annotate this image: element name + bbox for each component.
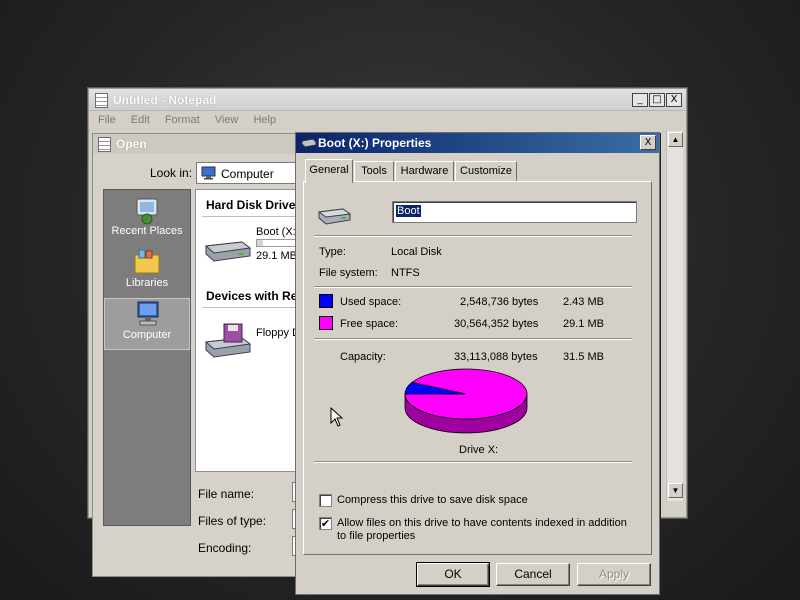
encoding-label: Encoding: (198, 541, 252, 555)
minimize-button[interactable]: _ (632, 93, 648, 107)
drive-name-value: Boot (396, 205, 421, 217)
drive-floppy[interactable]: Floppy D (202, 318, 304, 362)
open-dialog-icon (98, 137, 111, 152)
compress-label: Compress this drive to save disk space (337, 494, 528, 506)
libraries-icon (134, 249, 160, 274)
separator (314, 286, 632, 288)
type-label: Type: (319, 246, 346, 258)
file-system-label: File system: (319, 267, 378, 279)
look-in-label: Look in: (150, 166, 193, 180)
computer-icon (201, 166, 216, 180)
menu-view[interactable]: View (215, 114, 239, 126)
notepad-menubar: File Edit Format View Help (98, 114, 288, 126)
group-removable: Devices with Re (206, 289, 298, 303)
open-title: Open (116, 137, 147, 151)
notepad-icon (95, 93, 108, 108)
group-divider (202, 307, 304, 308)
files-of-type-label: Files of type: (198, 514, 267, 528)
type-value: Local Disk (391, 246, 442, 258)
drive-boot-name: Boot (X: (256, 226, 296, 238)
scroll-up-icon[interactable]: ▲ (668, 132, 683, 147)
drive-icon (301, 138, 317, 148)
tab-hardware[interactable]: Hardware (395, 161, 454, 181)
index-label-line2: to file properties (337, 530, 416, 542)
notepad-scrollbar[interactable]: ▲ ▼ (666, 131, 683, 501)
separator (314, 235, 632, 237)
place-computer[interactable]: Computer (104, 298, 190, 350)
general-tab-panel: Boot Type: Local Disk File system: NTFS … (303, 181, 652, 555)
file-list: Hard Disk Drive Boot (X: 29.1 MB Devices… (195, 189, 304, 472)
drive-icon (317, 208, 352, 225)
notepad-title: Untitled - Notepad (113, 93, 217, 107)
maximize-button[interactable]: □ (649, 93, 665, 107)
places-bar: Recent Places Libraries Computer (103, 189, 191, 526)
place-label: Computer (122, 329, 172, 341)
place-label: Recent Places (111, 225, 183, 237)
apply-button[interactable]: Apply (577, 563, 651, 586)
index-checkbox[interactable]: ✔ (319, 517, 332, 530)
free-space-size: 29.1 MB (563, 318, 604, 330)
menu-help[interactable]: Help (253, 114, 276, 126)
capacity-bytes: 33,113,088 bytes (454, 351, 538, 363)
floppy-drive-icon (204, 323, 252, 358)
drive-boot-free: 29.1 MB (256, 250, 297, 262)
drive-label: Drive X: (459, 444, 499, 456)
separator (314, 338, 632, 340)
look-in-combo[interactable]: Computer (196, 162, 303, 184)
compress-checkbox[interactable] (319, 494, 332, 507)
open-dialog: Open Look in: Computer Recent Places Lib (92, 133, 304, 577)
computer-icon (137, 301, 159, 326)
menu-format[interactable]: Format (165, 114, 200, 126)
tab-tools[interactable]: Tools (354, 161, 394, 181)
group-divider (202, 216, 304, 217)
drive-floppy-name: Floppy D (256, 327, 301, 339)
file-system-value: NTFS (391, 267, 420, 279)
close-button[interactable]: X (640, 135, 656, 150)
drive-name-input[interactable]: Boot (392, 201, 637, 223)
ok-button[interactable]: OK (416, 562, 490, 587)
disk-usage-pie-chart (404, 368, 528, 434)
free-space-bytes: 30,564,352 bytes (454, 318, 539, 330)
separator (314, 461, 632, 463)
index-label-line1: Allow files on this drive to have conten… (337, 517, 627, 529)
look-in-value: Computer (221, 167, 274, 181)
recent-places-icon (136, 198, 158, 225)
capacity-label: Capacity: (340, 351, 386, 363)
capacity-size: 31.5 MB (563, 351, 604, 363)
cancel-button[interactable]: Cancel (496, 563, 570, 586)
used-space-swatch (319, 294, 333, 308)
properties-dialog: Boot (X:) Properties X General Tools Har… (295, 132, 660, 595)
check-mark-icon: ✔ (320, 517, 331, 530)
notepad-titlebar[interactable]: Untitled - Notepad _ □ X (89, 89, 686, 111)
free-space-swatch (319, 316, 333, 330)
used-space-size: 2.43 MB (563, 296, 604, 308)
menu-edit[interactable]: Edit (131, 114, 150, 126)
tab-general[interactable]: General (305, 159, 353, 183)
menu-file[interactable]: File (98, 114, 116, 126)
hard-drive-icon (204, 241, 252, 262)
properties-title: Boot (X:) Properties (318, 136, 432, 150)
used-space-bytes: 2,548,736 bytes (460, 296, 539, 308)
free-space-label: Free space: (340, 318, 399, 330)
open-titlebar[interactable]: Open (93, 134, 301, 154)
place-recent-places[interactable]: Recent Places (104, 195, 190, 247)
used-space-label: Used space: (340, 296, 402, 308)
tab-customize[interactable]: Customize (455, 161, 517, 181)
place-label: Libraries (125, 277, 169, 289)
mouse-cursor-icon (330, 407, 344, 427)
close-button[interactable]: X (666, 93, 682, 107)
drive-boot[interactable]: Boot (X: 29.1 MB (202, 226, 304, 270)
file-name-label: File name: (198, 487, 255, 501)
place-libraries[interactable]: Libraries (104, 247, 190, 299)
properties-titlebar[interactable]: Boot (X:) Properties X (296, 133, 659, 153)
group-hard-disk: Hard Disk Drive (206, 198, 296, 212)
scroll-down-icon[interactable]: ▼ (668, 483, 683, 498)
